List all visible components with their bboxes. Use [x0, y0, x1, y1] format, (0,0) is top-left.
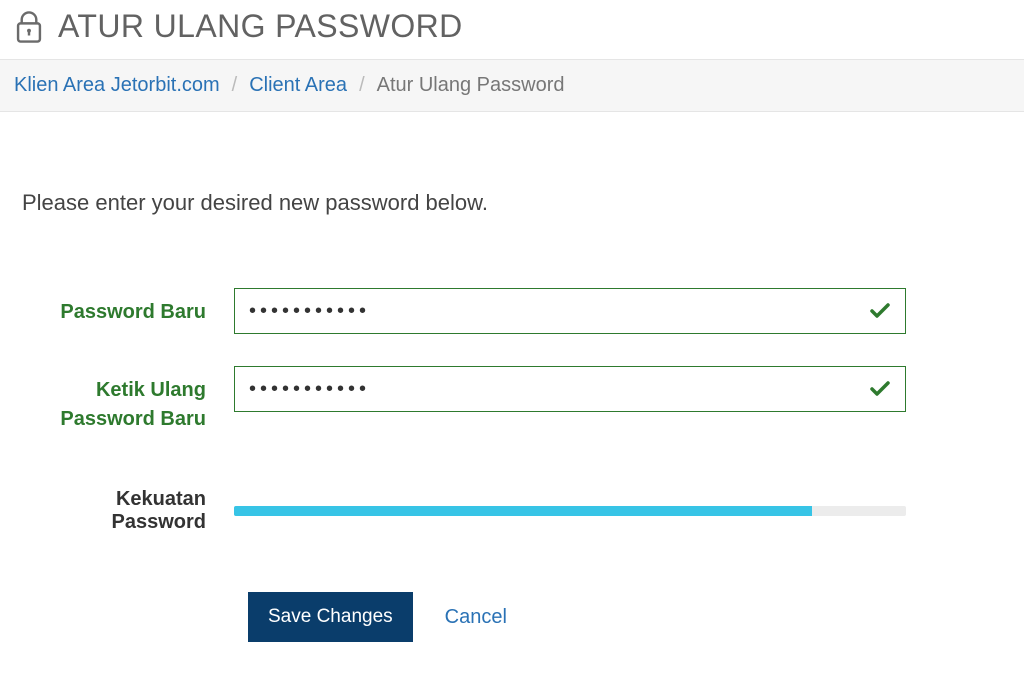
breadcrumb: Klien Area Jetorbit.com / Client Area / …: [0, 59, 1024, 112]
password-strength-row: Kekuatan Password: [22, 488, 1002, 534]
page-title: ATUR ULANG PASSWORD: [58, 8, 463, 45]
check-icon: [868, 377, 892, 401]
cancel-link[interactable]: Cancel: [445, 606, 507, 629]
new-password-input[interactable]: [234, 288, 906, 334]
intro-text: Please enter your desired new password b…: [22, 190, 1002, 216]
page-header: ATUR ULANG PASSWORD: [0, 0, 1024, 59]
content-area: Please enter your desired new password b…: [0, 112, 1024, 682]
confirm-password-input-wrap: [234, 366, 906, 412]
new-password-row: Password Baru: [22, 288, 1002, 334]
breadcrumb-link-client-area[interactable]: Client Area: [249, 74, 347, 97]
check-icon: [868, 299, 892, 323]
breadcrumb-separator: /: [359, 74, 365, 97]
password-strength-label: Kekuatan Password: [22, 488, 234, 534]
lock-icon: [14, 10, 44, 44]
new-password-input-wrap: [234, 288, 906, 334]
new-password-label: Password Baru: [22, 288, 234, 327]
password-strength-bar: [234, 506, 906, 516]
breadcrumb-link-home[interactable]: Klien Area Jetorbit.com: [14, 74, 220, 97]
breadcrumb-separator: /: [232, 74, 238, 97]
confirm-password-input[interactable]: [234, 366, 906, 412]
confirm-password-label: Ketik Ulang Password Baru: [22, 366, 234, 434]
save-button[interactable]: Save Changes: [248, 592, 413, 642]
breadcrumb-current: Atur Ulang Password: [377, 74, 565, 97]
button-row: Save Changes Cancel: [234, 592, 1002, 642]
password-strength-fill: [234, 506, 812, 516]
confirm-password-row: Ketik Ulang Password Baru: [22, 366, 1002, 434]
